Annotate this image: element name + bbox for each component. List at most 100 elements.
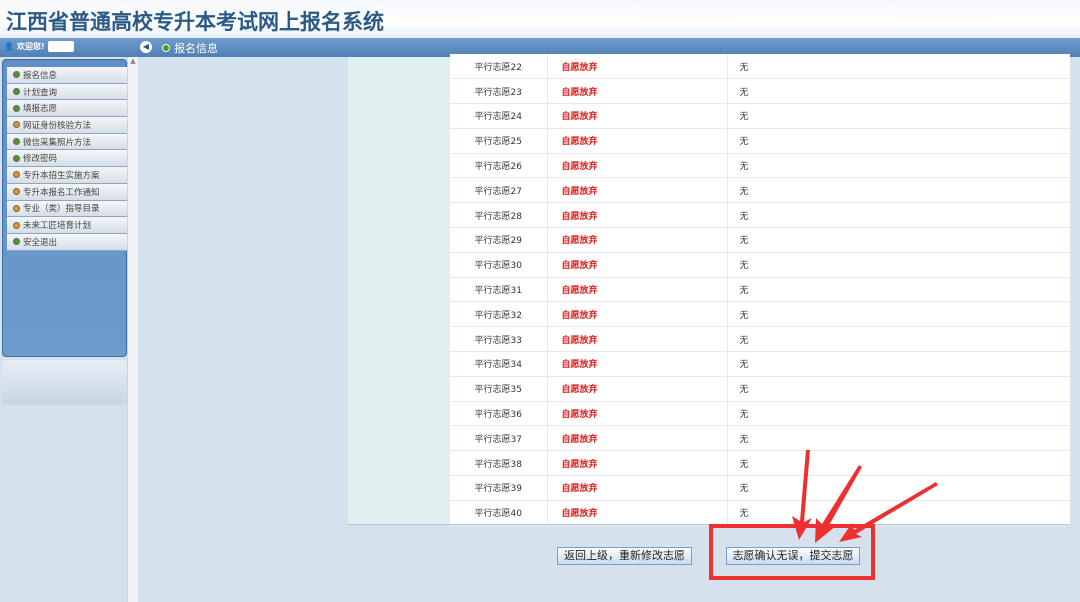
highlight-box <box>709 524 875 580</box>
username-redacted <box>48 41 74 52</box>
bullet-icon <box>13 222 20 229</box>
volunteer-name: 平行志愿29 <box>450 228 547 253</box>
table-row: 平行志愿30自愿放弃无 <box>450 252 1070 277</box>
table-left-column <box>348 57 450 525</box>
volunteer-status: 自愿放弃 <box>547 401 727 426</box>
volunteer-status: 自愿放弃 <box>547 500 727 525</box>
volunteer-name: 平行志愿37 <box>450 426 547 451</box>
volunteer-choice: 无 <box>727 178 1070 203</box>
sidebar-item[interactable]: 微信采集照片方法 <box>7 134 128 151</box>
volunteer-choice: 无 <box>727 500 1070 525</box>
volunteer-name: 平行志愿34 <box>450 352 547 377</box>
sidebar-item-label: 未来工匠培育计划 <box>23 219 91 231</box>
table-row: 平行志愿22自愿放弃无 <box>450 54 1070 79</box>
table-row: 平行志愿28自愿放弃无 <box>450 203 1070 228</box>
status-dot-icon <box>162 44 170 52</box>
volunteer-choice: 无 <box>727 228 1070 253</box>
volunteer-name: 平行志愿27 <box>450 178 547 203</box>
volunteer-choice: 无 <box>727 153 1070 178</box>
volunteer-name: 平行志愿39 <box>450 476 547 501</box>
sidebar-item[interactable]: 填报志愿 <box>7 100 128 117</box>
table-row: 平行志愿23自愿放弃无 <box>450 79 1070 104</box>
volunteer-choice: 无 <box>727 104 1070 129</box>
volunteer-status: 自愿放弃 <box>547 476 727 501</box>
sidebar-item-label: 专升本报名工作通知 <box>23 186 100 198</box>
volunteer-status: 自愿放弃 <box>547 153 727 178</box>
table-row: 平行志愿25自愿放弃无 <box>450 128 1070 153</box>
volunteer-name: 平行志愿28 <box>450 203 547 228</box>
bullet-icon <box>13 105 20 112</box>
sidebar-item-label: 修改密码 <box>23 152 57 164</box>
volunteer-choice: 无 <box>727 451 1070 476</box>
bullet-icon <box>13 71 20 78</box>
volunteer-status: 自愿放弃 <box>547 203 727 228</box>
collapse-sidebar-icon[interactable]: ◀ <box>140 41 152 53</box>
table-row: 平行志愿37自愿放弃无 <box>450 426 1070 451</box>
table-row: 平行志愿38自愿放弃无 <box>450 451 1070 476</box>
sidebar-item[interactable]: 未来工匠培育计划 <box>7 217 128 234</box>
volunteer-status: 自愿放弃 <box>547 228 727 253</box>
sidebar-item-label: 报名信息 <box>23 69 57 81</box>
collapsed-panel[interactable] <box>2 360 127 405</box>
volunteer-status: 自愿放弃 <box>547 302 727 327</box>
welcome-text: 欢迎您! <box>17 41 45 52</box>
welcome-area: 👤 欢迎您! <box>4 41 74 52</box>
sidebar-item[interactable]: 网证身份核验方法 <box>7 117 128 134</box>
volunteer-choice: 无 <box>727 203 1070 228</box>
volunteer-name: 平行志愿40 <box>450 500 547 525</box>
volunteer-name: 平行志愿24 <box>450 104 547 129</box>
sidebar-scrollbar[interactable]: ▲ <box>127 57 138 602</box>
sidebar-item[interactable]: 安全退出 <box>7 234 128 251</box>
table-row: 平行志愿40自愿放弃无 <box>450 500 1070 525</box>
volunteer-choice: 无 <box>727 401 1070 426</box>
volunteer-status: 自愿放弃 <box>547 178 727 203</box>
sidebar-item[interactable]: 报名信息 <box>7 67 128 84</box>
sidebar-menu: 报名信息计划查询填报志愿网证身份核验方法微信采集照片方法修改密码专升本招生实施方… <box>7 67 128 251</box>
sidebar-item-label: 网证身份核验方法 <box>23 119 91 131</box>
volunteer-name: 平行志愿25 <box>450 128 547 153</box>
table-row: 平行志愿39自愿放弃无 <box>450 476 1070 501</box>
sidebar-item[interactable]: 专升本招生实施方案 <box>7 167 128 184</box>
table-row: 平行志愿27自愿放弃无 <box>450 178 1070 203</box>
volunteer-name: 平行志愿33 <box>450 327 547 352</box>
table-row: 平行志愿34自愿放弃无 <box>450 352 1070 377</box>
volunteer-name: 平行志愿23 <box>450 79 547 104</box>
sidebar-item[interactable]: 专升本报名工作通知 <box>7 184 128 201</box>
volunteer-choice: 无 <box>727 426 1070 451</box>
bullet-icon <box>13 171 20 178</box>
sidebar-item[interactable]: 计划查询 <box>7 84 128 101</box>
volunteer-name: 平行志愿31 <box>450 277 547 302</box>
sidebar-item[interactable]: 专业（类）指导目录 <box>7 201 128 218</box>
volunteer-choice: 无 <box>727 352 1070 377</box>
volunteer-status: 自愿放弃 <box>547 128 727 153</box>
sidebar-item[interactable]: 修改密码 <box>7 150 128 167</box>
volunteer-status: 自愿放弃 <box>547 376 727 401</box>
volunteer-name: 平行志愿38 <box>450 451 547 476</box>
sidebar: 报名信息计划查询填报志愿网证身份核验方法微信采集照片方法修改密码专升本招生实施方… <box>0 57 127 602</box>
volunteer-choice: 无 <box>727 128 1070 153</box>
bullet-icon <box>13 238 20 245</box>
volunteer-status: 自愿放弃 <box>547 277 727 302</box>
table-row: 平行志愿36自愿放弃无 <box>450 401 1070 426</box>
sidebar-item-label: 专升本招生实施方案 <box>23 169 100 181</box>
app-title: 江西省普通高校专升本考试网上报名系统 <box>6 6 384 36</box>
table-row: 平行志愿32自愿放弃无 <box>450 302 1070 327</box>
table-row: 平行志愿26自愿放弃无 <box>450 153 1070 178</box>
volunteer-choice: 无 <box>727 79 1070 104</box>
back-modify-button[interactable]: 返回上级，重新修改志愿 <box>557 547 692 565</box>
bullet-icon <box>13 121 20 128</box>
breadcrumb: 报名信息 <box>162 40 218 56</box>
volunteer-status: 自愿放弃 <box>547 426 727 451</box>
table-row: 平行志愿31自愿放弃无 <box>450 277 1070 302</box>
bullet-icon <box>13 188 20 195</box>
volunteer-name: 平行志愿36 <box>450 401 547 426</box>
sidebar-item-label: 填报志愿 <box>23 102 57 114</box>
volunteer-name: 平行志愿30 <box>450 252 547 277</box>
volunteer-choice: 无 <box>727 54 1070 79</box>
bullet-icon <box>13 138 20 145</box>
volunteer-choice: 无 <box>727 376 1070 401</box>
table-row: 平行志愿33自愿放弃无 <box>450 327 1070 352</box>
volunteer-status: 自愿放弃 <box>547 79 727 104</box>
sidebar-item-label: 安全退出 <box>23 236 57 248</box>
sidebar-item-label: 微信采集照片方法 <box>23 136 91 148</box>
